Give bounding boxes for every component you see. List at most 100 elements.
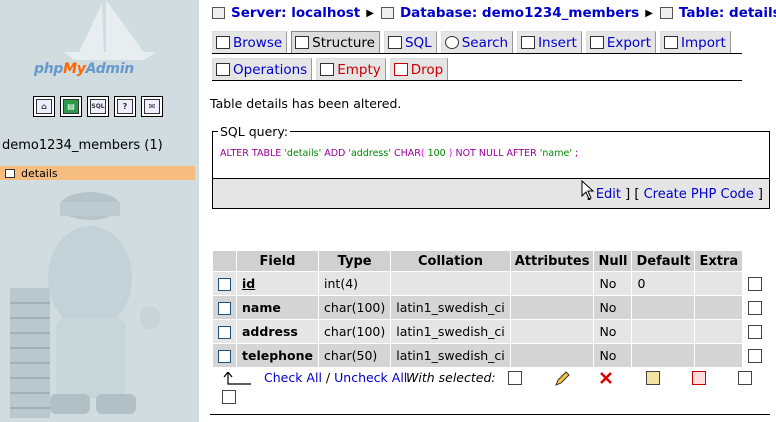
query-window-icon[interactable]: ▤ — [60, 96, 82, 117]
sidebar-nav-icons: ⌂ ▤ SQL ? ✉ — [33, 96, 163, 117]
sql-token: 'name' — [539, 148, 575, 159]
tab-operations[interactable]: Operations — [212, 58, 313, 80]
browse-selected-icon[interactable] — [508, 371, 522, 385]
tab-insert[interactable]: Insert — [517, 31, 582, 53]
header-action-more — [768, 251, 776, 271]
field-attributes — [510, 272, 594, 295]
sidebar-item-label: details — [21, 166, 58, 180]
tab-drop[interactable]: Drop — [389, 58, 449, 80]
tab-import[interactable]: Import — [660, 31, 731, 53]
tab-row-divider — [212, 53, 742, 54]
sql-token: NOT NULL AFTER — [455, 148, 540, 159]
logo-text[interactable]: phpMyAdmin — [34, 61, 134, 77]
breadcrumb-database[interactable]: Database: demo1234_members — [400, 5, 639, 21]
row-checkbox-cell — [213, 344, 236, 367]
bottom-divider — [210, 414, 770, 415]
field-name: address — [237, 320, 319, 343]
tab-structure[interactable]: Structure — [291, 31, 380, 53]
field-default — [632, 344, 695, 367]
sql-icon[interactable]: SQL — [87, 96, 109, 117]
field-null: No — [594, 296, 632, 319]
action-cell — [743, 272, 768, 295]
check-all-link[interactable]: Check All — [264, 370, 322, 385]
tab-empty[interactable]: Empty — [316, 58, 386, 80]
header-field[interactable]: Field — [237, 251, 319, 271]
row-checkbox[interactable] — [218, 326, 231, 339]
breadcrumb-arrow-icon: ▶ — [366, 7, 374, 19]
tab-row-primary: Browse Structure SQL Search Insert Expor… — [212, 31, 731, 53]
header-attributes: Attributes — [510, 251, 594, 271]
import-icon — [664, 36, 679, 49]
search-icon — [444, 36, 459, 49]
table-icon — [5, 168, 15, 178]
status-message: Table details has been altered. — [210, 96, 402, 111]
field-attributes — [510, 320, 594, 343]
action-cell — [743, 296, 768, 319]
sql-token: ALTER TABLE — [220, 148, 285, 159]
field-collation: latin1_swedish_ci — [391, 296, 510, 319]
table-row: id int(4) No 0 — [213, 272, 776, 295]
field-extra — [695, 320, 743, 343]
fulltext-icon[interactable] — [222, 390, 236, 404]
tab-sql[interactable]: SQL — [383, 31, 437, 53]
index-icon[interactable] — [738, 371, 752, 385]
action-cell-more — [768, 344, 776, 367]
tab-export[interactable]: Export — [585, 31, 657, 53]
sidebar-item-details[interactable]: details — [0, 166, 195, 180]
breadcrumb-table[interactable]: Table: details — [679, 5, 776, 21]
field-default: 0 — [632, 272, 695, 295]
breadcrumb-server[interactable]: Server: localhost — [231, 5, 360, 21]
field-collation: latin1_swedish_ci — [391, 320, 510, 343]
field-type: char(100) — [319, 296, 391, 319]
operations-icon — [216, 63, 230, 76]
field-type: int(4) — [319, 272, 391, 295]
tab-search[interactable]: Search — [440, 31, 514, 53]
sql-token: 'details' — [284, 148, 325, 159]
row-checkbox[interactable] — [218, 302, 231, 315]
export-icon — [589, 36, 604, 49]
sidebar-database-name[interactable]: demo1234_members (1) — [2, 138, 163, 153]
edit-link[interactable]: Edit — [596, 187, 621, 202]
edit-pencil-icon[interactable] — [554, 371, 570, 387]
database-icon — [380, 7, 394, 19]
table-row: name char(100) latin1_swedish_ci No — [213, 296, 776, 319]
browse-distinct-icon[interactable] — [748, 277, 763, 292]
action-cell — [743, 344, 768, 367]
table-icon — [659, 7, 673, 19]
field-name: telephone — [237, 344, 319, 367]
sql-query-legend: SQL query: — [218, 124, 291, 139]
browse-distinct-icon[interactable] — [748, 325, 763, 340]
row-checkbox[interactable] — [218, 278, 231, 291]
field-attributes — [510, 296, 594, 319]
structure-table: Field Type Collation Attributes Null Def… — [212, 250, 776, 368]
browse-distinct-icon[interactable] — [748, 301, 763, 316]
header-extra: Extra — [695, 251, 743, 271]
drop-x-icon[interactable] — [599, 371, 613, 385]
uncheck-all-link[interactable]: Uncheck All — [334, 370, 407, 385]
field-null: No — [594, 272, 632, 295]
frame-divider[interactable] — [199, 0, 201, 422]
sql-token: ( — [420, 148, 428, 159]
field-name: id — [237, 272, 319, 295]
home-icon[interactable]: ⌂ — [33, 96, 55, 117]
unique-icon[interactable] — [692, 371, 706, 385]
left-frame: phpMyAdmin ⌂ ▤ SQL ? ✉ demo1234_members … — [0, 0, 199, 422]
drop-icon — [393, 63, 408, 76]
sql-query-box: ALTER TABLE 'details' ADD 'address' CHAR… — [212, 131, 770, 209]
header-action — [743, 251, 768, 271]
docs-icon[interactable]: ? — [114, 96, 136, 117]
sql-token: 100 — [427, 148, 449, 159]
header-select — [213, 251, 236, 271]
tab-browse[interactable]: Browse — [212, 31, 288, 53]
table-header-row: Field Type Collation Attributes Null Def… — [213, 251, 776, 271]
primary-key-icon[interactable] — [646, 371, 660, 385]
field-default — [632, 320, 695, 343]
browse-distinct-icon[interactable] — [748, 349, 763, 364]
row-checkbox[interactable] — [218, 350, 231, 363]
insert-icon — [521, 36, 536, 49]
help-icon[interactable]: ✉ — [141, 96, 163, 117]
breadcrumb-arrow-icon: ▶ — [645, 7, 653, 19]
create-php-code-link[interactable]: Create PHP Code — [644, 187, 754, 202]
header-null: Null — [594, 251, 632, 271]
sql-query-text: ALTER TABLE 'details' ADD 'address' CHAR… — [220, 148, 578, 159]
